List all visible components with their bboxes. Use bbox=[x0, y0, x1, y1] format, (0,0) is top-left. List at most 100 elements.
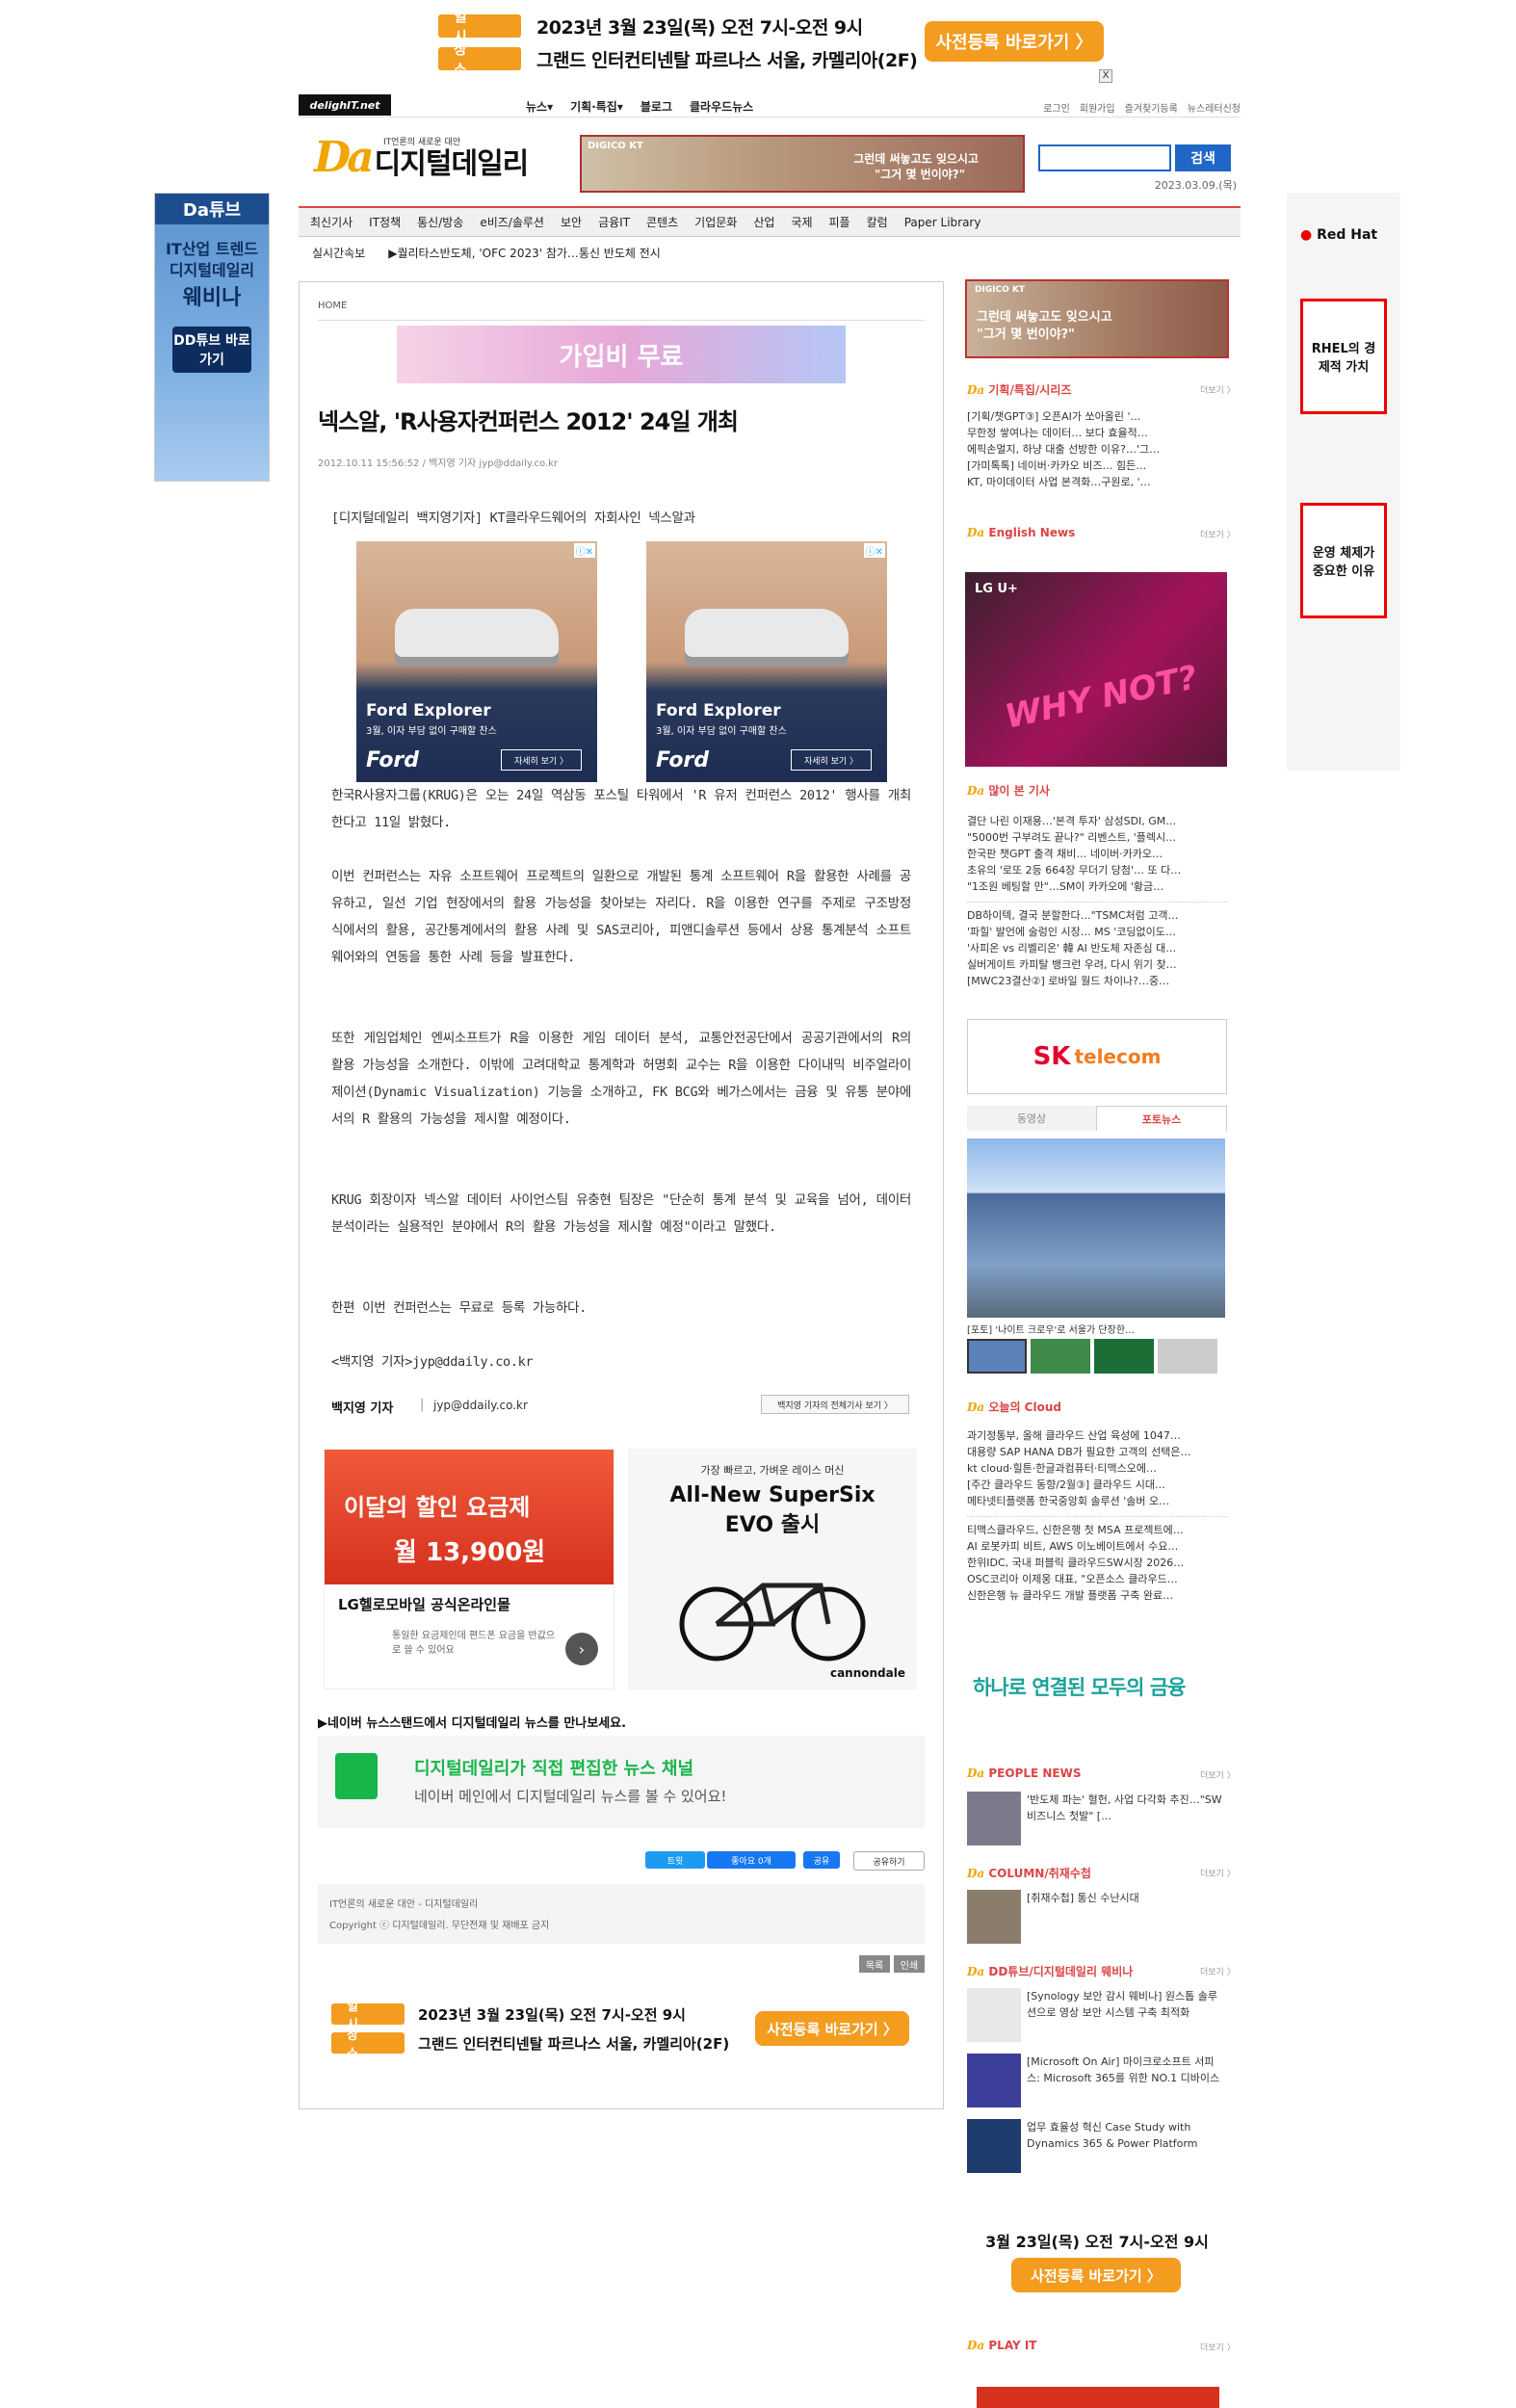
menu-cloud[interactable]: 클라우드뉴스 bbox=[690, 98, 753, 115]
ddtube-side-ad[interactable]: Da튜브 IT산업 트렌드 디지털데일리 웨비나 DD튜브 바로가기 bbox=[154, 193, 270, 482]
cat-content[interactable]: 콘텐츠 bbox=[646, 214, 678, 230]
list-item[interactable]: [주간 클라우드 동향/2월③] 클라우드 시대… bbox=[967, 1477, 1229, 1493]
list-item[interactable]: OSC코리아 이제웅 대표, "오픈소스 클라우드… bbox=[967, 1571, 1229, 1587]
playit-ad[interactable] bbox=[977, 2387, 1219, 2408]
naver-channel-banner[interactable]: 디지털데일리가 직접 편집한 뉴스 채널 네이버 메인에서 디지털데일리 뉴스를… bbox=[318, 1736, 925, 1828]
ford-detail-button[interactable]: 자세히 보기 〉 bbox=[791, 749, 872, 771]
webinar-item[interactable]: [Synology 보안 감시 웨비나] 원스톱 솔루션으로 영상 보안 시스템… bbox=[1027, 1988, 1227, 2021]
hana-ad[interactable]: 하나로 연결된 모두의 금융 bbox=[973, 1672, 1186, 1701]
section-feature-head[interactable]: Da 기획/특집/시리즈 bbox=[967, 381, 1071, 398]
redhat-side-ad[interactable]: ● Red Hat RHEL의 경제적 가치 운영 체제가 중요한 이유 bbox=[1287, 193, 1400, 771]
people-thumb[interactable] bbox=[967, 1792, 1021, 1845]
list-item[interactable]: [가미톡톡] 네이버·카카오 비즈… 힘든… bbox=[967, 458, 1229, 474]
login-link[interactable]: 로그인 bbox=[1043, 100, 1070, 115]
more-link[interactable]: 더보기 〉 bbox=[1200, 1965, 1236, 1977]
bottom-register-button[interactable]: 사전등록 바로가기 〉 bbox=[755, 2011, 909, 2046]
tab-video[interactable]: 동영상 bbox=[967, 1106, 1096, 1131]
tweet-button[interactable]: 트윗 bbox=[645, 1851, 705, 1869]
right-event-date[interactable]: 3월 23일(목) 오전 7시-오전 9시 bbox=[967, 2229, 1227, 2252]
list-item[interactable]: KT, 마이데이터 사업 본격화…구원로, '… bbox=[967, 474, 1229, 490]
ford-detail-button[interactable]: 자세히 보기 〉 bbox=[501, 749, 582, 771]
list-item[interactable]: '사피온 vs 리벨리온' 韓 AI 반도체 자존심 대… bbox=[967, 940, 1229, 956]
list-item[interactable]: 무한정 쌓여나는 데이터… 보다 효율적… bbox=[967, 425, 1229, 441]
list-item[interactable]: "1조원 베팅할 만"…SM이 카카오에 '황금… bbox=[967, 878, 1229, 895]
menu-news[interactable]: 뉴스▾ bbox=[526, 98, 553, 115]
column-thumb[interactable] bbox=[967, 1890, 1021, 1944]
webinar-thumb-synology[interactable] bbox=[967, 1988, 1021, 2042]
delight-logo[interactable]: delighIT.net bbox=[299, 94, 391, 116]
author-more-button[interactable]: 백지영 기자의 전체기사 보기 〉 bbox=[761, 1395, 909, 1414]
photo-news-image[interactable] bbox=[967, 1139, 1225, 1318]
list-item[interactable]: 실버게이트 카피탈 뱅크런 우려, 다시 위기 찾… bbox=[967, 956, 1229, 973]
list-button[interactable]: 목록 bbox=[859, 1955, 890, 1973]
webinar-item[interactable]: 업무 효율성 혁신 Case Study with Dynamics 365 &… bbox=[1027, 2119, 1227, 2152]
facebook-share-button[interactable]: 공유 bbox=[803, 1851, 840, 1869]
right-top-ad[interactable]: DIGICO KT 그런데 써놓고도 잊으시고 "그거 몇 번이야?" bbox=[965, 279, 1229, 358]
rhel-card[interactable]: RHEL의 경제적 가치 bbox=[1300, 299, 1387, 414]
ddtube-button[interactable]: DD튜브 바로가기 bbox=[172, 327, 251, 373]
register-button[interactable]: 사전등록 바로가기 〉 bbox=[925, 21, 1104, 62]
print-button[interactable]: 인쇄 bbox=[894, 1955, 925, 1973]
cat-itpolicy[interactable]: IT정책 bbox=[369, 214, 401, 230]
facebook-like-button[interactable]: 좋아요 0개 bbox=[707, 1851, 796, 1869]
breaking-headline[interactable]: ▶퀄리타스반도체, 'OFC 2023' 참가…통신 반도체 전시 bbox=[388, 245, 661, 261]
webinar-thumb-microsoft[interactable] bbox=[967, 2054, 1021, 2107]
thumb-image[interactable] bbox=[1031, 1339, 1090, 1374]
signup-link[interactable]: 회원가입 bbox=[1080, 100, 1115, 115]
list-item[interactable]: 결단 나린 이재용…'본격 투자' 삼성SDI, GM… bbox=[967, 813, 1229, 829]
list-item[interactable]: 한국판 챗GPT 출격 채비… 네이버·카카오… bbox=[967, 846, 1229, 862]
cat-security[interactable]: 보안 bbox=[561, 214, 582, 230]
cat-column[interactable]: 칼럼 bbox=[867, 214, 888, 230]
list-item[interactable]: 과기정통부, 올해 클라우드 산업 육성에 1047… bbox=[967, 1427, 1229, 1444]
ford-ad-2[interactable]: Ford Explorer 3월, 이자 부담 없이 구매할 찬스 자세히 보기… bbox=[646, 541, 887, 782]
list-item[interactable]: DB하이텍, 결국 분할한다…"TSMC처럼 고객… bbox=[967, 907, 1229, 924]
webinar-thumb-dynamics[interactable] bbox=[967, 2119, 1021, 2173]
section-column-head[interactable]: Da COLUMN/취재수첩 bbox=[967, 1865, 1091, 1881]
tab-photo[interactable]: 포토뉴스 bbox=[1096, 1106, 1227, 1131]
search-input[interactable] bbox=[1038, 144, 1171, 171]
list-item[interactable]: 초유의 '로또 2등 664장 무더기 당첨'… 또 다… bbox=[967, 862, 1229, 878]
list-item[interactable]: 한위IDC, 국내 퍼블릭 클라우드SW시장 2026… bbox=[967, 1555, 1229, 1571]
thumb-image[interactable] bbox=[1158, 1339, 1217, 1374]
breadcrumb[interactable]: HOME bbox=[318, 301, 347, 311]
more-link[interactable]: 더보기 〉 bbox=[1200, 383, 1236, 396]
cat-culture[interactable]: 기업문화 bbox=[694, 214, 737, 230]
cat-people[interactable]: 피플 bbox=[829, 214, 850, 230]
close-banner-button[interactable]: X bbox=[1099, 69, 1112, 83]
list-item[interactable]: kt cloud·힐튼·한글과컴퓨터·티맥스오에… bbox=[967, 1460, 1229, 1477]
os-card[interactable]: 운영 체제가 중요한 이유 bbox=[1300, 503, 1387, 618]
cat-latest[interactable]: 최신기사 bbox=[310, 214, 353, 230]
list-item[interactable]: "5000번 구부려도 끝나?" 리벤스트, '플렉시… bbox=[967, 829, 1229, 846]
top-ad-banner[interactable]: 가입비 무료 bbox=[397, 326, 846, 383]
chevron-right-icon[interactable]: › bbox=[565, 1633, 598, 1665]
list-item[interactable]: 메타넷티플랫폼 한국중앙회 솔루션 '솔버 오… bbox=[967, 1493, 1229, 1509]
section-people-head[interactable]: Da PEOPLE NEWS bbox=[967, 1767, 1082, 1780]
ford-ad-1[interactable]: Ford Explorer 3월, 이자 부담 없이 구매할 찬스 자세히 보기… bbox=[356, 541, 597, 782]
thumb-image[interactable] bbox=[967, 1339, 1027, 1374]
section-english-head[interactable]: Da English News bbox=[967, 526, 1075, 539]
newsletter-link[interactable]: 뉴스레터신청 bbox=[1188, 100, 1241, 115]
list-item[interactable]: 신한은행 뉴 클라우드 개발 플랫폼 구축 완료… bbox=[967, 1587, 1229, 1604]
webinar-item[interactable]: [Microsoft On Air] 마이크로소프트 서피스: Microsof… bbox=[1027, 2054, 1227, 2086]
cat-paper[interactable]: Paper Library bbox=[904, 216, 981, 229]
right-register-button[interactable]: 사전등록 바로가기 〉 bbox=[1011, 2258, 1181, 2292]
top-event-banner[interactable]: 일 시 2023년 3월 23일(목) 오전 7시-오전 9시 장 소 그랜드 … bbox=[0, 0, 1516, 78]
column-headline[interactable]: [취재수첩] 통신 수난시대 bbox=[1027, 1890, 1139, 1905]
more-link[interactable]: 더보기 〉 bbox=[1200, 1867, 1236, 1879]
naver-newsstand-link[interactable]: ▶네이버 뉴스스탠드에서 디지털데일리 뉴스를 만나보세요. bbox=[318, 1713, 626, 1731]
list-item[interactable]: '파힐' 발언에 술렁인 시장… MS '코딩없이도… bbox=[967, 924, 1229, 940]
list-item[interactable]: [MWC23결산②] 로바일 월드 차이나?…중… bbox=[967, 973, 1229, 989]
line-share-button[interactable]: 공유하기 bbox=[853, 1851, 925, 1871]
menu-feature[interactable]: 기획·특집▾ bbox=[570, 98, 623, 115]
more-link[interactable]: 더보기 〉 bbox=[1200, 528, 1236, 540]
sk-telecom-ad[interactable]: SK telecom bbox=[967, 1019, 1227, 1094]
list-item[interactable]: 대용량 SAP HANA DB가 필요한 고객의 선택은… bbox=[967, 1444, 1229, 1460]
section-popular-head[interactable]: Da 많이 본 기사 bbox=[967, 782, 1050, 798]
list-item[interactable]: 티맥스클라우드, 신한은행 첫 MSA 프로젝트에… bbox=[967, 1522, 1229, 1538]
author-email[interactable]: jyp@ddaily.co.kr bbox=[433, 1399, 528, 1412]
list-item[interactable]: AI 로봇카피 비트, AWS 이노베이트에서 수요… bbox=[967, 1538, 1229, 1555]
more-link[interactable]: 더보기 〉 bbox=[1200, 2341, 1236, 2353]
list-item[interactable]: [기획/챗GPT③] 오픈AI가 쏘아올린 '… bbox=[967, 408, 1229, 425]
cat-industry[interactable]: 산업 bbox=[753, 214, 774, 230]
site-logo[interactable]: Da 디지털데일리 bbox=[314, 133, 529, 182]
